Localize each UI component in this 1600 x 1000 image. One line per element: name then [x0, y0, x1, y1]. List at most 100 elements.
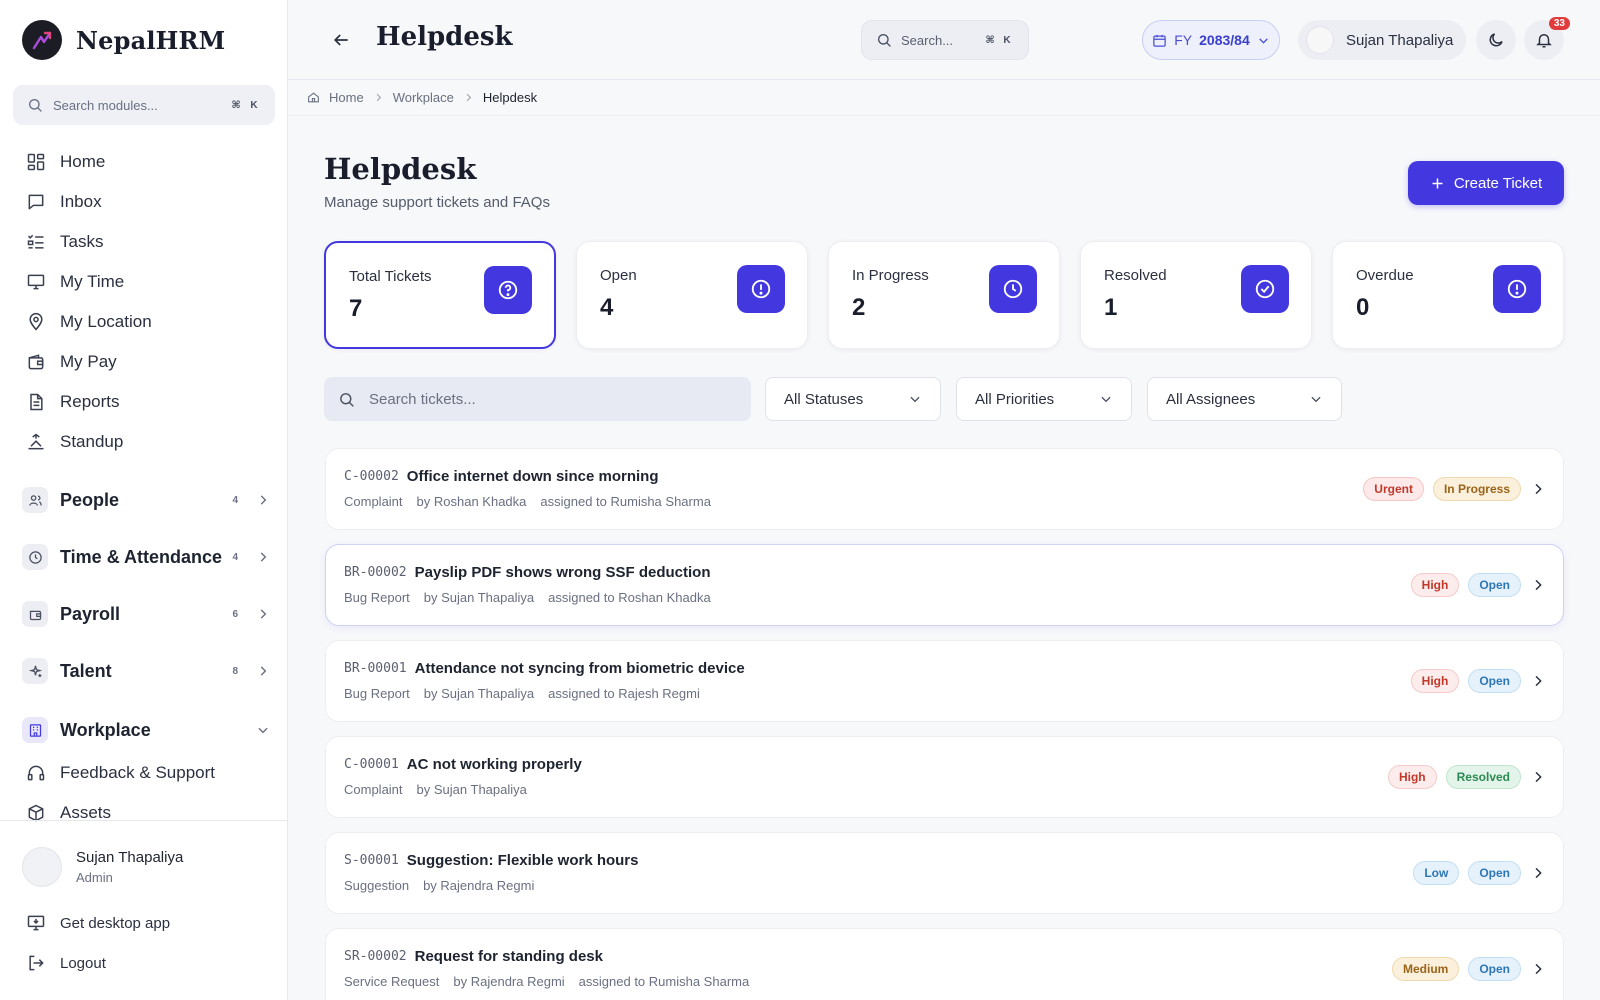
- sidebar-group-count: 6: [232, 608, 238, 620]
- stat-card-overdue[interactable]: Overdue 0: [1332, 241, 1564, 349]
- ticket-row[interactable]: SR-00002 Request for standing desk Servic…: [325, 928, 1564, 1000]
- building-icon: [22, 717, 48, 743]
- sidebar-item-feedback-support[interactable]: Feedback & Support: [26, 761, 215, 785]
- chevron-right-icon: [1535, 963, 1542, 975]
- brand-name: NepalHRM: [76, 25, 226, 55]
- sidebar-item-my-time[interactable]: My Time: [26, 270, 124, 294]
- sidebar-item-my-pay[interactable]: My Pay: [26, 350, 117, 374]
- wallet-icon: [22, 601, 48, 627]
- ticket-title: Attendance not syncing from biometric de…: [414, 660, 745, 677]
- ticket-assignee: assigned to Rumisha Sharma: [578, 974, 750, 989]
- brand-logo-icon: [22, 20, 62, 60]
- stat-value: 4: [600, 294, 614, 321]
- ticket-search-input[interactable]: Search tickets...: [324, 377, 751, 421]
- ticket-row[interactable]: C-00002 Office internet down since mornin…: [325, 448, 1564, 530]
- stat-card-resolved[interactable]: Resolved 1: [1080, 241, 1312, 349]
- avatar: [22, 847, 62, 887]
- stat-card-open[interactable]: Open 4: [576, 241, 808, 349]
- sidebar-group-count: 8: [232, 665, 238, 677]
- search-icon: [878, 34, 891, 47]
- sidebar-group-people[interactable]: People 4: [22, 485, 270, 515]
- notifications-button[interactable]: 33: [1524, 17, 1570, 60]
- sparkles-icon: [22, 658, 48, 684]
- global-search-input[interactable]: Search... ⌘ K: [861, 20, 1029, 60]
- stat-value: 0: [1356, 294, 1370, 321]
- sidebar-item-reports[interactable]: Reports: [26, 390, 120, 414]
- ticket-row[interactable]: C-00001 AC not working properly Complaint…: [325, 736, 1564, 818]
- ticket-row[interactable]: BR-00002 Payslip PDF shows wrong SSF dedu…: [325, 544, 1564, 626]
- avatar: [1306, 26, 1334, 54]
- kbd-cmd: ⌘: [985, 34, 995, 46]
- ticket-title: Payslip PDF shows wrong SSF deduction: [414, 564, 711, 581]
- ticket-author: by Sujan Thapaliya: [423, 590, 535, 605]
- ticket-row[interactable]: BR-00001 Attendance not syncing from biom…: [325, 640, 1564, 722]
- priority-badge: High: [1410, 573, 1460, 597]
- sidebar-item-my-location[interactable]: My Location: [26, 310, 152, 334]
- search-icon: [29, 99, 42, 112]
- sidebar-item-standup[interactable]: Standup: [26, 430, 123, 454]
- sidebar-group-label: Workplace: [60, 719, 151, 740]
- sidebar-footer: Sujan Thapaliya Admin Get desktop app Lo…: [0, 820, 288, 1000]
- sidebar-user[interactable]: Sujan Thapaliya Admin: [22, 847, 183, 887]
- theme-toggle-button[interactable]: [1476, 20, 1516, 60]
- user-menu[interactable]: Sujan Thapaliya: [1298, 20, 1466, 60]
- logout-link[interactable]: Logout: [26, 951, 106, 975]
- sidebar-group-time-attendance[interactable]: Time & Attendance 4: [22, 542, 270, 572]
- question-icon: [484, 266, 532, 314]
- sidebar-search-input[interactable]: Search modules... ⌘ K: [13, 85, 275, 125]
- sidebar-item-home[interactable]: Home: [26, 150, 105, 174]
- create-ticket-button[interactable]: Create Ticket: [1408, 161, 1564, 205]
- ticket-type: Complaint: [344, 494, 403, 509]
- status-filter-value: All Statuses: [784, 390, 864, 408]
- chevron-down-icon: [1258, 37, 1268, 44]
- sidebar-group-count: 4: [232, 494, 238, 506]
- sidebar-item-label: My Pay: [60, 352, 117, 371]
- chevron-right-icon: [260, 666, 267, 676]
- priority-filter-select[interactable]: All Priorities: [956, 377, 1132, 421]
- sidebar-item-tasks[interactable]: Tasks: [26, 230, 103, 254]
- breadcrumb-workplace[interactable]: Workplace: [393, 90, 454, 105]
- ticket-author: by Sujan Thapaliya: [423, 686, 535, 701]
- ticket-row[interactable]: S-00001 Suggestion: Flexible work hours S…: [325, 832, 1564, 914]
- chevron-right-icon: [1535, 579, 1542, 591]
- brand[interactable]: NepalHRM: [22, 20, 225, 60]
- breadcrumb: Home Workplace Helpdesk: [288, 80, 1600, 116]
- alert-icon: [737, 265, 785, 313]
- fiscal-year-selector[interactable]: FY 2083/84: [1142, 20, 1280, 60]
- calendar-icon: [1153, 34, 1166, 47]
- stat-card-in-progress[interactable]: In Progress 2: [828, 241, 1060, 349]
- header-title: Helpdesk: [376, 22, 513, 52]
- chevron-right-icon: [1535, 867, 1542, 879]
- chevron-right-icon: [260, 609, 267, 619]
- ticket-author: by Rajendra Regmi: [423, 878, 535, 893]
- desktop-download-icon: [27, 915, 45, 931]
- ticket-search-placeholder: Search tickets...: [369, 390, 476, 408]
- clock-icon: [22, 544, 48, 570]
- priority-filter-value: All Priorities: [975, 390, 1055, 408]
- sidebar-item-inbox[interactable]: Inbox: [26, 190, 102, 214]
- moon-icon: [1489, 33, 1503, 47]
- clock-icon: [989, 265, 1037, 313]
- stat-value: 7: [349, 295, 363, 322]
- fy-prefix: FY: [1174, 32, 1193, 48]
- assignee-filter-select[interactable]: All Assignees: [1147, 377, 1342, 421]
- get-desktop-app-link[interactable]: Get desktop app: [26, 911, 170, 935]
- sidebar-group-talent[interactable]: Talent 8: [22, 656, 270, 686]
- pin-icon: [29, 312, 43, 331]
- breadcrumb-home[interactable]: Home: [329, 90, 364, 105]
- sidebar-group-payroll[interactable]: Payroll 6: [22, 599, 270, 629]
- stat-card-total[interactable]: Total Tickets 7: [324, 241, 556, 349]
- sidebar-group-workplace[interactable]: Workplace: [22, 715, 270, 745]
- ticket-type: Service Request: [344, 974, 440, 989]
- back-arrow-icon[interactable]: [331, 30, 351, 50]
- logout-label: Logout: [60, 954, 106, 972]
- bell-icon: [1536, 34, 1552, 48]
- ticket-code: SR-00002: [344, 949, 407, 964]
- chevron-right-icon: [260, 495, 267, 505]
- status-filter-select[interactable]: All Statuses: [765, 377, 941, 421]
- status-badge: Open: [1468, 669, 1521, 693]
- priority-badge: High: [1410, 669, 1460, 693]
- ticket-title: AC not working properly: [406, 756, 582, 773]
- ticket-author: by Rajendra Regmi: [453, 974, 565, 989]
- headset-icon: [27, 765, 45, 781]
